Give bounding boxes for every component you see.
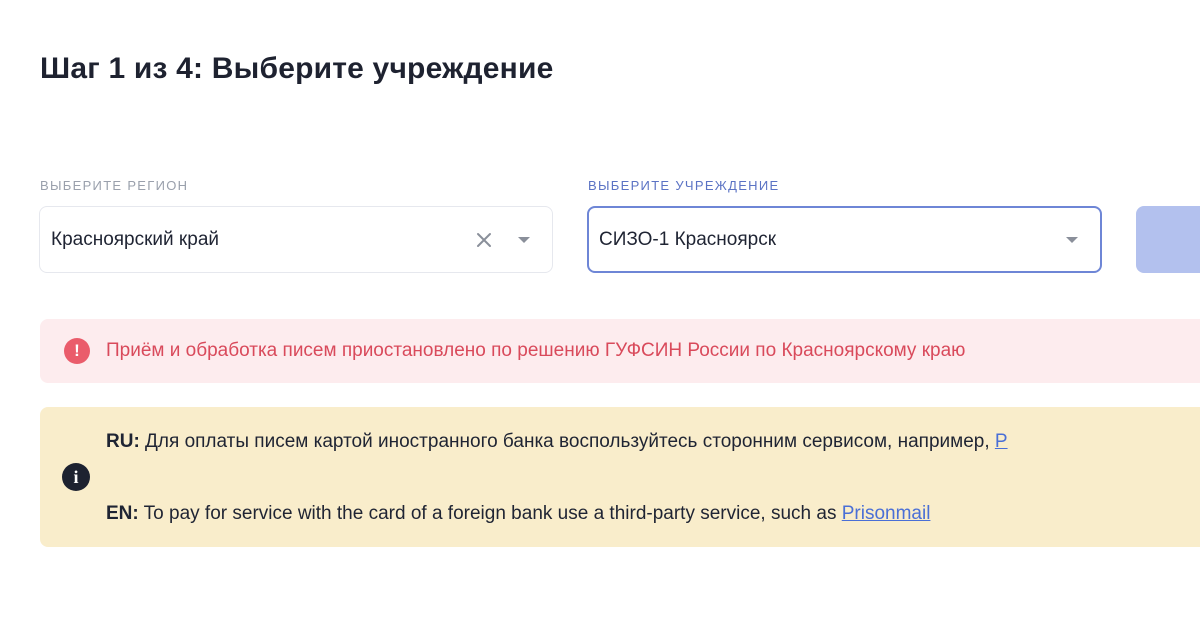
ru-prefix: RU: xyxy=(106,431,140,452)
institution-select-value: СИЗО-1 Красноярск xyxy=(599,228,777,250)
en-prefix: EN: xyxy=(106,503,139,524)
chevron-down-icon[interactable] xyxy=(518,236,530,243)
exclamation-icon: ! xyxy=(64,338,90,364)
ru-text: Для оплаты писем картой иностранного бан… xyxy=(139,431,995,452)
region-label: ВЫБЕРИТЕ РЕГИОН xyxy=(40,178,189,193)
clear-icon[interactable] xyxy=(474,230,494,250)
error-alert-text: Приём и обработка писем приостановлено п… xyxy=(106,340,966,361)
chevron-down-icon[interactable] xyxy=(1066,236,1078,243)
region-select[interactable]: Красноярский край xyxy=(39,206,553,273)
prisonmail-link[interactable]: Prisonmail xyxy=(842,503,931,524)
ru-link[interactable]: P xyxy=(995,431,1008,452)
info-alert: i RU: Для оплаты писем картой иностранно… xyxy=(40,407,1200,547)
en-text: To pay for service with the card of a fo… xyxy=(138,503,842,524)
institution-select[interactable]: СИЗО-1 Красноярск xyxy=(587,206,1102,273)
info-line-en: EN: To pay for service with the card of … xyxy=(106,503,930,525)
institution-label: ВЫБЕРИТЕ УЧРЕЖДЕНИЕ xyxy=(588,178,780,193)
info-line-ru: RU: Для оплаты писем картой иностранного… xyxy=(106,431,1008,453)
error-alert: ! Приём и обработка писем приостановлено… xyxy=(40,319,1200,383)
next-button[interactable] xyxy=(1136,206,1200,273)
page-title: Шаг 1 из 4: Выберите учреждение xyxy=(40,52,554,85)
info-icon: i xyxy=(62,463,90,491)
